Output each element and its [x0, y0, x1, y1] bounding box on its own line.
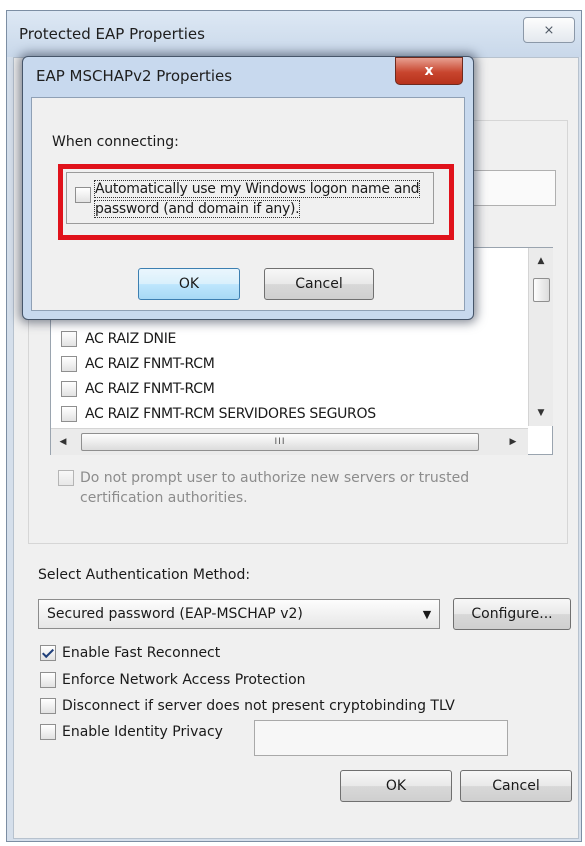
auth-method-label-text: Select Authentication Method: — [38, 567, 251, 583]
auth-method-label: Select Authentication Method: — [38, 567, 250, 583]
outer-window-title: Protected EAP Properties — [19, 25, 205, 43]
chevron-down-icon[interactable]: ▼ — [418, 605, 436, 623]
scroll-left-icon[interactable]: ◀ — [53, 433, 73, 451]
enforce-nap-label: Enforce Network Access Protection — [62, 672, 306, 688]
enable-identity-privacy-checkbox[interactable] — [40, 724, 56, 740]
enable-fast-reconnect-checkbox[interactable] — [40, 645, 56, 661]
auto-logon-checkbox[interactable] — [75, 187, 91, 203]
inner-cancel-label: Cancel — [295, 276, 343, 292]
enforce-nap-option[interactable]: Enforce Network Access Protection — [40, 669, 306, 691]
do-not-prompt-checkbox — [58, 470, 74, 486]
enable-identity-privacy-label: Enable Identity Privacy — [62, 724, 223, 740]
configure-button-label: Configure... — [471, 606, 553, 622]
outer-cancel-button[interactable]: Cancel — [460, 770, 572, 802]
vertical-scroll-thumb[interactable] — [533, 278, 550, 302]
when-connecting-label: When connecting: — [52, 134, 179, 150]
outer-ok-label: OK — [385, 778, 407, 794]
auto-logon-label: Automatically use my Windows logon name … — [93, 179, 421, 219]
outer-cancel-label: Cancel — [492, 778, 540, 794]
scroll-up-icon[interactable]: ▲ — [529, 252, 553, 270]
horizontal-scrollbar[interactable]: ◀ III ▶ — [51, 428, 528, 455]
outer-title-bar: Protected EAP Properties ⨯ — [7, 11, 581, 57]
inner-ok-button[interactable]: OK — [138, 268, 240, 300]
scroll-down-icon[interactable]: ▼ — [529, 404, 553, 422]
certificate-label: AC RAIZ DNIE — [85, 331, 177, 347]
inner-close-button[interactable]: x — [395, 57, 463, 85]
identity-privacy-input[interactable] — [254, 720, 508, 756]
list-item[interactable]: AC RAIZ FNMT-RCM — [61, 352, 215, 376]
do-not-prompt-option: Do not prompt user to authorize new serv… — [58, 468, 528, 508]
auto-logon-label-line1: Automatically use my Windows logon name … — [93, 180, 421, 198]
disconnect-cryptobinding-checkbox[interactable] — [40, 698, 56, 714]
inner-cancel-button[interactable]: Cancel — [264, 268, 374, 300]
enforce-nap-checkbox[interactable] — [40, 672, 56, 688]
certificate-checkbox[interactable] — [61, 406, 77, 422]
configure-button[interactable]: Configure... — [453, 598, 571, 630]
auth-method-select[interactable]: Secured password (EAP-MSCHAP v2) — [38, 599, 440, 629]
enable-fast-reconnect-option[interactable]: Enable Fast Reconnect — [40, 642, 220, 664]
auth-method-selected: Secured password (EAP-MSCHAP v2) — [47, 606, 303, 622]
enable-fast-reconnect-label: Enable Fast Reconnect — [62, 645, 221, 661]
outer-ok-button[interactable]: OK — [340, 770, 452, 802]
horizontal-scroll-thumb[interactable]: III — [81, 433, 479, 451]
disconnect-cryptobinding-option[interactable]: Disconnect if server does not present cr… — [40, 695, 455, 717]
close-icon: ⨯ — [543, 22, 555, 38]
certificate-label: AC RAIZ FNMT-RCM — [85, 356, 215, 372]
certificate-label: AC RAIZ FNMT-RCM SERVIDORES SEGUROS — [85, 406, 376, 422]
inner-dialog-title: EAP MSCHAPv2 Properties — [36, 67, 233, 85]
scroll-right-icon[interactable]: ▶ — [503, 433, 523, 451]
auto-logon-label-line2: password (and domain if any). — [93, 200, 301, 218]
vertical-scrollbar[interactable]: ▲ ▼ — [528, 248, 553, 426]
certificate-checkbox[interactable] — [61, 381, 77, 397]
list-item[interactable]: AC RAIZ FNMT-RCM — [61, 377, 215, 401]
disconnect-cryptobinding-label: Disconnect if server does not present cr… — [62, 698, 455, 714]
certificate-label: AC RAIZ FNMT-RCM — [85, 381, 215, 397]
outer-close-button[interactable]: ⨯ — [523, 17, 575, 43]
certificate-checkbox[interactable] — [61, 356, 77, 372]
list-item[interactable]: AC RAIZ DNIE — [61, 327, 176, 351]
close-icon: x — [424, 63, 434, 79]
list-item[interactable]: AC RAIZ FNMT-RCM SERVIDORES SEGUROS — [61, 402, 376, 426]
servers-input[interactable] — [470, 170, 556, 206]
scroll-grip-icon: III — [274, 437, 286, 447]
inner-ok-label: OK — [178, 276, 200, 292]
enable-identity-privacy-option[interactable]: Enable Identity Privacy — [40, 721, 223, 743]
certificate-checkbox[interactable] — [61, 331, 77, 347]
auto-logon-option[interactable]: Automatically use my Windows logon name … — [66, 172, 434, 224]
do-not-prompt-label: Do not prompt user to authorize new serv… — [80, 470, 470, 506]
